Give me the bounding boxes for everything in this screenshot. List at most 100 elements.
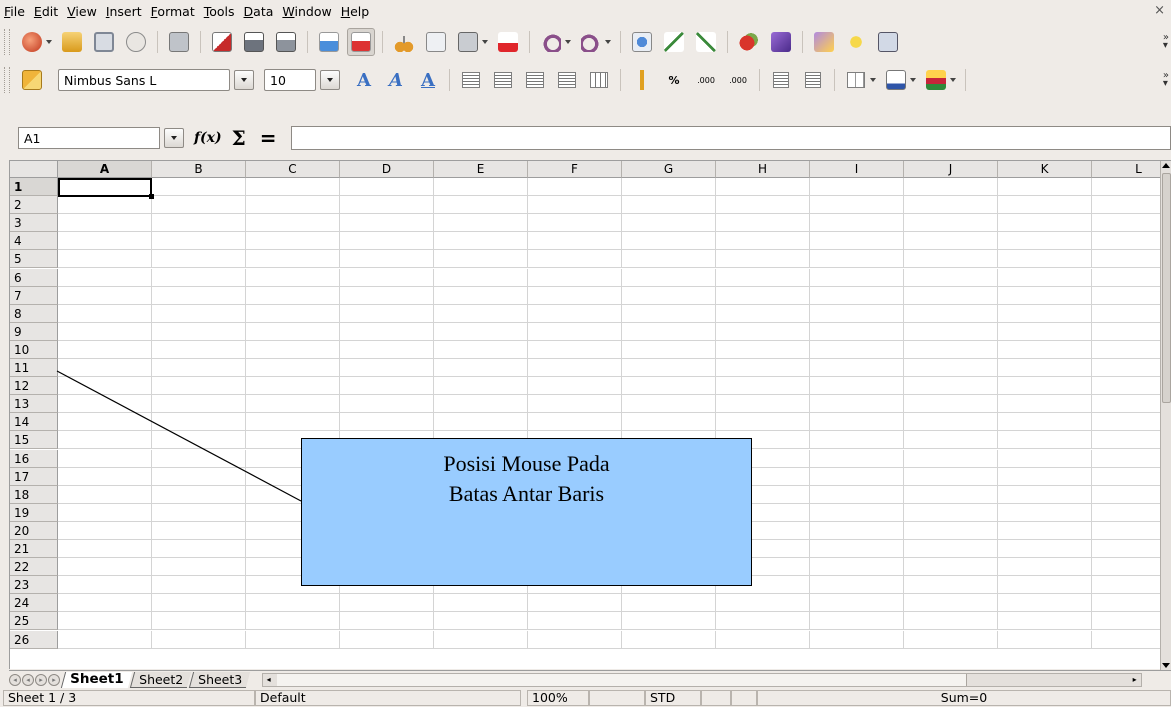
cell-k21[interactable] xyxy=(998,540,1092,559)
cell-k13[interactable] xyxy=(998,395,1092,414)
cell-i21[interactable] xyxy=(810,540,904,559)
cell-j8[interactable] xyxy=(904,304,998,323)
cell-e6[interactable] xyxy=(434,268,528,287)
cell-f24[interactable] xyxy=(528,594,622,613)
cell-b3[interactable] xyxy=(152,214,246,233)
cell-g9[interactable] xyxy=(622,322,716,341)
toolbar-grip[interactable] xyxy=(4,67,10,93)
cell-i16[interactable] xyxy=(810,449,904,468)
cell-j20[interactable] xyxy=(904,521,998,540)
cell-f25[interactable] xyxy=(528,612,622,631)
cell-d26[interactable] xyxy=(340,630,434,649)
status-page-style[interactable]: Default xyxy=(255,690,521,706)
cell-b7[interactable] xyxy=(152,286,246,305)
cell-j7[interactable] xyxy=(904,286,998,305)
cell-i8[interactable] xyxy=(810,304,904,323)
autospellcheck-icon[interactable] xyxy=(347,28,375,56)
cell-c14[interactable] xyxy=(246,413,340,432)
cell-a7[interactable] xyxy=(58,286,152,305)
cell-d6[interactable] xyxy=(340,268,434,287)
cell-j23[interactable] xyxy=(904,576,998,595)
cell-d7[interactable] xyxy=(340,286,434,305)
cell-j17[interactable] xyxy=(904,467,998,486)
cell-h25[interactable] xyxy=(716,612,810,631)
cell-h3[interactable] xyxy=(716,214,810,233)
row-header[interactable]: 13 xyxy=(10,395,58,414)
borders-icon[interactable] xyxy=(842,66,870,94)
cell-d5[interactable] xyxy=(340,250,434,269)
cell-h14[interactable] xyxy=(716,413,810,432)
cell-a9[interactable] xyxy=(58,322,152,341)
menu-help[interactable]: Help xyxy=(341,4,370,19)
cell-i7[interactable] xyxy=(810,286,904,305)
cell-e5[interactable] xyxy=(434,250,528,269)
cell-k2[interactable] xyxy=(998,196,1092,215)
cell-e12[interactable] xyxy=(434,377,528,396)
cell-i4[interactable] xyxy=(810,232,904,251)
cell-k17[interactable] xyxy=(998,467,1092,486)
spreadsheet-grid[interactable]: ABCDEFGHIJKL 1 2 3 4 5 6 7 8 9 10 11 12 13 14 15 16 17 18… xyxy=(9,160,1171,669)
cell-b1[interactable] xyxy=(152,178,246,197)
cell-b16[interactable] xyxy=(152,449,246,468)
cell-f26[interactable] xyxy=(528,630,622,649)
cell-c24[interactable] xyxy=(246,594,340,613)
undo-icon[interactable] xyxy=(537,28,565,56)
cell-h5[interactable] xyxy=(716,250,810,269)
cell-j24[interactable] xyxy=(904,594,998,613)
cell-k25[interactable] xyxy=(998,612,1092,631)
cell-g26[interactable] xyxy=(622,630,716,649)
delete-decimal-icon[interactable]: .000 xyxy=(724,66,752,94)
menu-file[interactable]: File xyxy=(4,4,25,19)
cell-f14[interactable] xyxy=(528,413,622,432)
datasources-icon[interactable] xyxy=(874,28,902,56)
cell-f2[interactable] xyxy=(528,196,622,215)
formula-input[interactable] xyxy=(290,126,1171,150)
cell-g8[interactable] xyxy=(622,304,716,323)
column-header-b[interactable]: B xyxy=(152,161,246,178)
cell-h26[interactable] xyxy=(716,630,810,649)
cell-f5[interactable] xyxy=(528,250,622,269)
cell-j1[interactable] xyxy=(904,178,998,197)
cell-k18[interactable] xyxy=(998,485,1092,504)
cell-a22[interactable] xyxy=(58,558,152,577)
cell-a2[interactable] xyxy=(58,196,152,215)
cell-a24[interactable] xyxy=(58,594,152,613)
cell-i26[interactable] xyxy=(810,630,904,649)
cell-j22[interactable] xyxy=(904,558,998,577)
cell-c1[interactable] xyxy=(246,178,340,197)
cell-g5[interactable] xyxy=(622,250,716,269)
cell-h8[interactable] xyxy=(716,304,810,323)
cell-k10[interactable] xyxy=(998,340,1092,359)
cell-i24[interactable] xyxy=(810,594,904,613)
cell-c25[interactable] xyxy=(246,612,340,631)
column-header-f[interactable]: F xyxy=(528,161,622,178)
font-size-dropdown[interactable] xyxy=(320,70,340,90)
cell-h24[interactable] xyxy=(716,594,810,613)
cell-i5[interactable] xyxy=(810,250,904,269)
cell-b15[interactable] xyxy=(152,431,246,450)
cell-k6[interactable] xyxy=(998,268,1092,287)
cell-j19[interactable] xyxy=(904,503,998,522)
close-document-icon[interactable]: × xyxy=(1154,3,1165,18)
cell-g10[interactable] xyxy=(622,340,716,359)
column-header-d[interactable]: D xyxy=(340,161,434,178)
new-document-icon[interactable] xyxy=(18,28,46,56)
cell-i10[interactable] xyxy=(810,340,904,359)
cell-c26[interactable] xyxy=(246,630,340,649)
cell-k26[interactable] xyxy=(998,630,1092,649)
cell-j15[interactable] xyxy=(904,431,998,450)
scroll-right-icon[interactable]: ▸ xyxy=(1129,674,1141,686)
vertical-scrollbar[interactable] xyxy=(1160,161,1171,670)
last-sheet-icon[interactable]: ▸ xyxy=(48,673,60,686)
toolbar-overflow-icon[interactable]: » ▾ xyxy=(1163,33,1169,51)
cell-g25[interactable] xyxy=(622,612,716,631)
cell-h4[interactable] xyxy=(716,232,810,251)
cell-d25[interactable] xyxy=(340,612,434,631)
font-name-dropdown[interactable] xyxy=(234,70,254,90)
row-header[interactable]: 23 xyxy=(10,576,58,595)
cell-f8[interactable] xyxy=(528,304,622,323)
cell-i2[interactable] xyxy=(810,196,904,215)
cell-k24[interactable] xyxy=(998,594,1092,613)
cell-f9[interactable] xyxy=(528,322,622,341)
next-sheet-icon[interactable]: ▸ xyxy=(35,673,47,686)
